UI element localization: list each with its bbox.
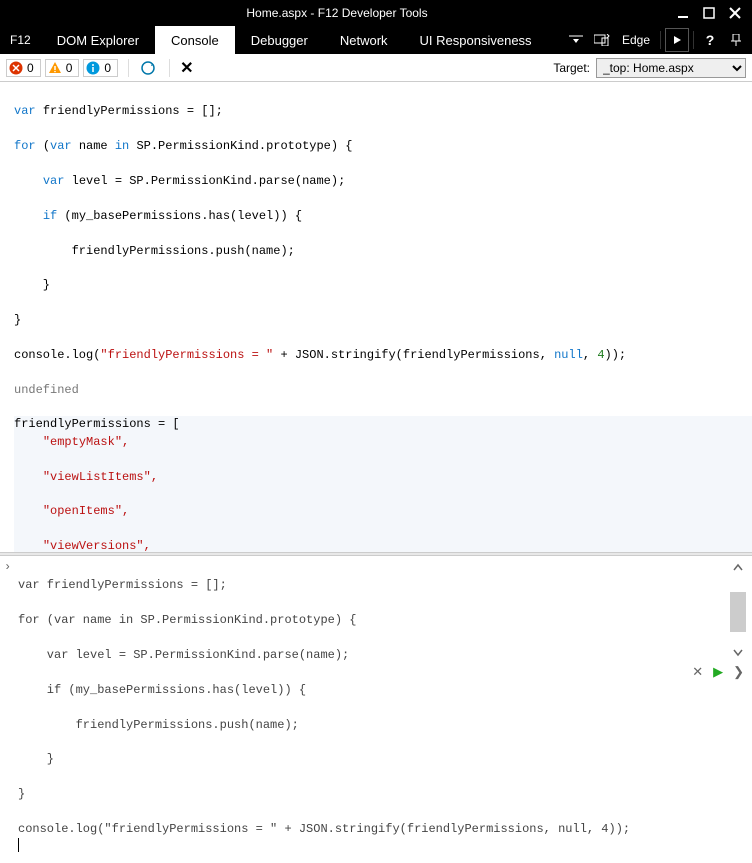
input-controls: ✕ ▶ ❯: [692, 664, 744, 680]
console-input[interactable]: var friendlyPermissions = []; for (var n…: [0, 556, 752, 863]
f12-menu[interactable]: F12: [0, 26, 41, 54]
warning-icon: [48, 61, 62, 75]
separator: [169, 59, 170, 77]
separator: [660, 31, 661, 49]
scrollbar[interactable]: [730, 560, 746, 660]
tab-ui-responsiveness[interactable]: UI Responsiveness: [404, 26, 548, 54]
minimize-button[interactable]: [670, 2, 696, 24]
console-input-area[interactable]: › var friendlyPermissions = []; for (var…: [0, 556, 752, 684]
errors-chip[interactable]: 0: [6, 59, 41, 77]
info-icon: [86, 61, 100, 75]
close-button[interactable]: [722, 2, 748, 24]
log-output: friendlyPermissions = [ "emptyMask", "vi…: [14, 416, 752, 552]
info-count: 0: [104, 61, 111, 75]
text-cursor: [18, 838, 19, 852]
separator: [693, 31, 694, 49]
titlebar: Home.aspx - F12 Developer Tools: [0, 0, 752, 26]
prompt-icon: ›: [4, 560, 11, 574]
tab-console[interactable]: Console: [155, 26, 235, 54]
code-keyword: var: [14, 104, 43, 118]
browser-label[interactable]: Edge: [616, 33, 656, 47]
target-select[interactable]: _top: Home.aspx: [596, 58, 746, 78]
refresh-icon[interactable]: [135, 57, 161, 79]
window-title: Home.aspx - F12 Developer Tools: [4, 6, 670, 20]
device-emulation-icon[interactable]: [590, 28, 614, 52]
chevron-down-icon[interactable]: [564, 28, 588, 52]
error-icon: [9, 61, 23, 75]
console-output[interactable]: var friendlyPermissions = []; for (var n…: [0, 82, 752, 552]
run-icon[interactable]: ▶: [713, 664, 723, 680]
console-toolbar: 0 0 0 ✕ Target: _top: Home.aspx: [0, 54, 752, 82]
maximize-button[interactable]: [696, 2, 722, 24]
tab-dom-explorer[interactable]: DOM Explorer: [41, 26, 155, 54]
scroll-thumb[interactable]: [730, 592, 746, 632]
undefined-result: undefined: [14, 382, 752, 399]
scroll-up-icon[interactable]: [730, 560, 746, 576]
separator: [128, 59, 129, 77]
menubar: F12 DOM Explorer Console Debugger Networ…: [0, 26, 752, 54]
warnings-chip[interactable]: 0: [45, 59, 80, 77]
multiline-toggle-icon[interactable]: ❯: [733, 664, 744, 680]
warnings-count: 0: [66, 61, 73, 75]
tab-debugger[interactable]: Debugger: [235, 26, 324, 54]
window-controls: [670, 2, 748, 24]
clear-input-icon[interactable]: ✕: [692, 664, 703, 680]
play-box-icon[interactable]: [665, 28, 689, 52]
target-label: Target:: [553, 61, 590, 75]
tab-network[interactable]: Network: [324, 26, 404, 54]
pin-icon[interactable]: [724, 28, 748, 52]
clear-console-icon[interactable]: ✕: [176, 58, 197, 78]
scroll-down-icon[interactable]: [730, 644, 746, 660]
info-chip[interactable]: 0: [83, 59, 118, 77]
errors-count: 0: [27, 61, 34, 75]
help-icon[interactable]: ?: [698, 28, 722, 52]
